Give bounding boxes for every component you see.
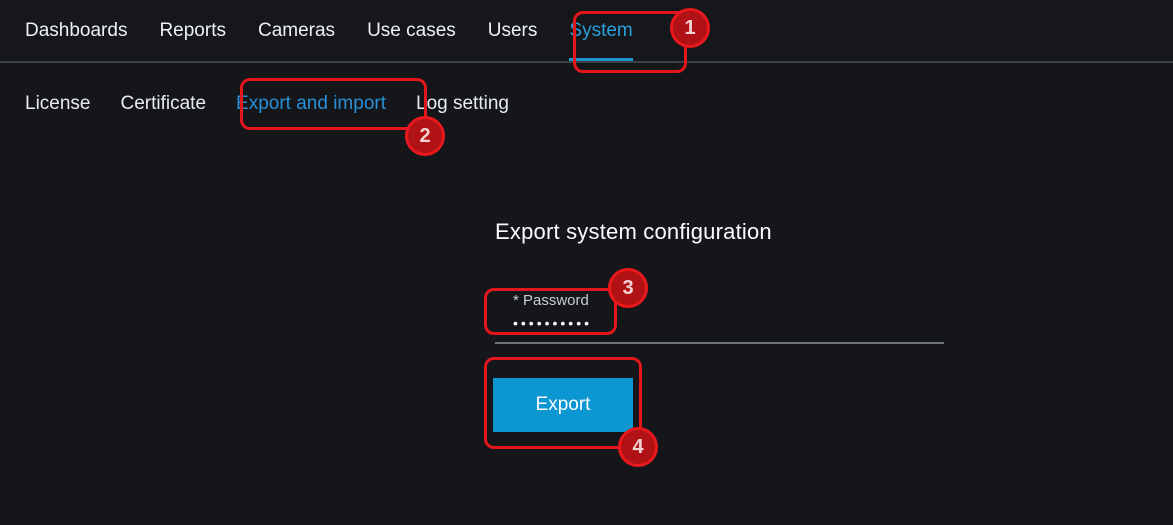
tab-dashboards[interactable]: Dashboards: [25, 0, 127, 61]
tab-users[interactable]: Users: [488, 0, 538, 61]
password-input-underline: [495, 342, 944, 344]
subtab-certificate[interactable]: Certificate: [121, 93, 207, 115]
tab-cameras[interactable]: Cameras: [258, 0, 335, 61]
top-navigation: Dashboards Reports Cameras Use cases Use…: [0, 0, 1173, 63]
tab-use-cases[interactable]: Use cases: [367, 0, 456, 61]
annotation-step-4-badge: 4: [618, 427, 658, 467]
tab-reports[interactable]: Reports: [159, 0, 226, 61]
password-input[interactable]: ••••••••••: [513, 315, 592, 331]
app-window: Dashboards Reports Cameras Use cases Use…: [0, 0, 1173, 525]
subtab-license[interactable]: License: [25, 93, 91, 115]
subtab-export-and-import[interactable]: Export and import: [236, 93, 386, 115]
subtab-log-setting[interactable]: Log setting: [416, 93, 509, 115]
export-button[interactable]: Export: [493, 378, 633, 432]
tab-system[interactable]: System: [569, 0, 632, 61]
annotation-step-3-badge: 3: [608, 268, 648, 308]
page-title: Export system configuration: [495, 219, 772, 245]
system-sub-navigation: License Certificate Export and import Lo…: [0, 65, 1173, 143]
password-label: * Password: [513, 292, 589, 309]
